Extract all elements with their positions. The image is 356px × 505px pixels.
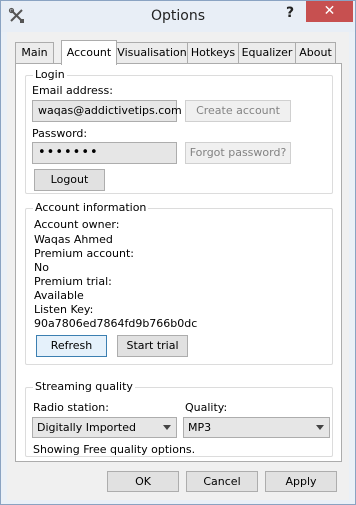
quality-note: Showing Free quality options. bbox=[33, 443, 196, 456]
logout-button[interactable]: Logout bbox=[34, 169, 105, 191]
tab-about[interactable]: About bbox=[295, 42, 336, 64]
forgot-password-button[interactable]: Forgot password? bbox=[185, 142, 291, 164]
streaming-legend: Streaming quality bbox=[33, 380, 135, 394]
trial-label: Premium trial: bbox=[34, 275, 112, 288]
login-legend: Login bbox=[33, 68, 67, 82]
email-field[interactable]: waqas@addictivetips.com bbox=[32, 100, 182, 122]
account-panel: Login Email address: waqas@addictivetips… bbox=[15, 63, 342, 462]
tab-visualisation[interactable]: Visualisation bbox=[116, 42, 188, 64]
premium-label: Premium account: bbox=[34, 247, 134, 260]
refresh-button[interactable]: Refresh bbox=[36, 335, 107, 357]
password-label: Password: bbox=[32, 127, 88, 140]
create-account-button[interactable]: Create account bbox=[185, 100, 291, 122]
listen-key-label: Listen Key: bbox=[34, 303, 94, 316]
station-label: Radio station: bbox=[33, 401, 109, 414]
account-info-legend: Account information bbox=[33, 201, 149, 215]
streaming-group: Streaming quality Radio station: Quality… bbox=[25, 380, 333, 457]
login-group: Login Email address: waqas@addictivetips… bbox=[25, 68, 333, 194]
quality-select-value: MP3 bbox=[188, 421, 212, 434]
station-select[interactable]: Digitally Imported bbox=[32, 417, 177, 438]
listen-key-value: 90a7806ed7864fd9b766b0dc bbox=[34, 317, 198, 330]
title-bar: Options ? ✕ bbox=[1, 1, 355, 32]
tab-main[interactable]: Main bbox=[15, 42, 54, 64]
password-field[interactable]: ••••••• bbox=[32, 142, 177, 164]
start-trial-button[interactable]: Start trial bbox=[117, 335, 188, 357]
owner-label: Account owner: bbox=[34, 218, 120, 231]
owner-value: Waqas Ahmed bbox=[34, 233, 113, 246]
account-info-group: Account information Account owner: Waqas… bbox=[25, 201, 333, 365]
premium-value: No bbox=[34, 261, 49, 274]
cancel-button[interactable]: Cancel bbox=[186, 471, 258, 492]
tab-equalizer[interactable]: Equalizer bbox=[238, 42, 296, 64]
close-button[interactable]: ✕ bbox=[306, 1, 353, 22]
options-window: Options ? ✕ Main Account Visualisation H… bbox=[0, 0, 356, 505]
quality-select[interactable]: MP3 bbox=[183, 417, 330, 438]
help-icon[interactable]: ? bbox=[282, 5, 298, 23]
station-select-value: Digitally Imported bbox=[37, 421, 136, 434]
quality-label: Quality: bbox=[185, 401, 228, 414]
chevron-down-icon bbox=[316, 425, 324, 430]
email-label: Email address: bbox=[32, 84, 113, 97]
trial-value: Available bbox=[34, 289, 84, 302]
chevron-down-icon bbox=[163, 425, 171, 430]
tab-hotkeys[interactable]: Hotkeys bbox=[187, 42, 239, 64]
apply-button[interactable]: Apply bbox=[265, 471, 337, 492]
tab-account[interactable]: Account bbox=[61, 40, 117, 65]
window-title: Options bbox=[150, 8, 206, 24]
ok-button[interactable]: OK bbox=[107, 471, 179, 492]
